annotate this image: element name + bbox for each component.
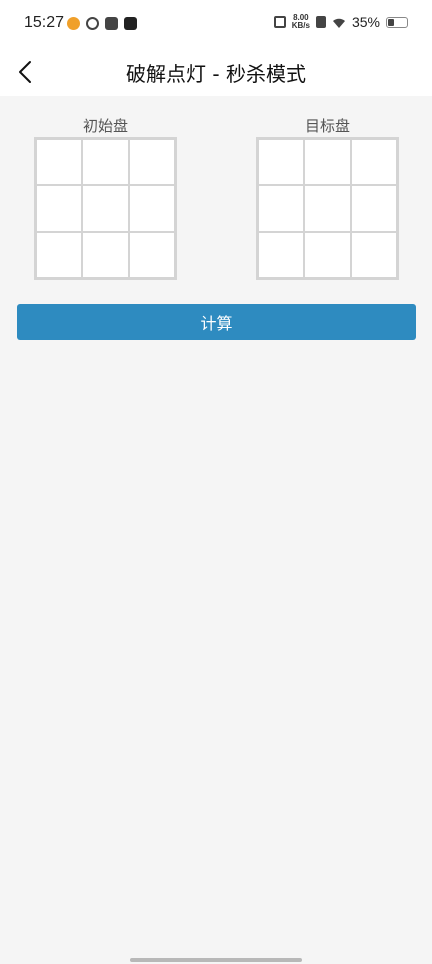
weibo-icon (67, 17, 80, 30)
target-board-cell[interactable] (350, 231, 397, 278)
initial-board-cell[interactable] (128, 139, 175, 186)
target-board-cell[interactable] (304, 231, 351, 278)
status-time: 15:27 (24, 14, 65, 31)
initial-board-cell[interactable] (36, 185, 83, 232)
target-board-cell[interactable] (258, 185, 305, 232)
initial-board-label: 初始盘 (82, 117, 128, 135)
home-indicator[interactable] (130, 958, 302, 962)
vibrate-icon (273, 16, 286, 28)
initial-board-cell[interactable] (82, 231, 129, 278)
initial-board-cell[interactable] (82, 139, 129, 186)
target-board-cell[interactable] (350, 185, 397, 232)
sim-icon (315, 16, 326, 28)
target-board-cell[interactable] (350, 139, 397, 186)
initial-board (34, 137, 177, 280)
wifi-icon (332, 16, 346, 28)
battery-fill (388, 18, 395, 26)
calculate-button[interactable]: 计算 (17, 304, 416, 340)
initial-board-cell[interactable] (36, 139, 83, 186)
status-bar: 15:27 8.00 KB/s 35% (0, 0, 432, 50)
notification-icons (67, 17, 137, 30)
initial-board-cell[interactable] (128, 185, 175, 232)
battery-percent: 35% (351, 14, 380, 30)
initial-board-cell[interactable] (36, 231, 83, 278)
app-bar: 破解点灯 - 秒杀模式 (0, 50, 432, 96)
initial-board-cell[interactable] (82, 185, 129, 232)
page-title: 破解点灯 - 秒杀模式 (126, 62, 306, 86)
target-board (256, 137, 399, 280)
battery-icon (386, 16, 408, 28)
network-speed-unit: KB/s (291, 21, 310, 30)
network-speed: 8.00 KB/s (292, 14, 310, 30)
tiktok-icon (124, 17, 137, 30)
ring-app-icon (86, 17, 99, 30)
target-board-cell[interactable] (304, 185, 351, 232)
system-status: 8.00 KB/s 35% (273, 14, 408, 30)
target-board-cell[interactable] (258, 231, 305, 278)
target-board-cell[interactable] (258, 139, 305, 186)
initial-board-cell[interactable] (128, 231, 175, 278)
target-board-cell[interactable] (304, 139, 351, 186)
target-board-label: 目标盘 (304, 117, 350, 135)
flower-app-icon (105, 17, 118, 30)
